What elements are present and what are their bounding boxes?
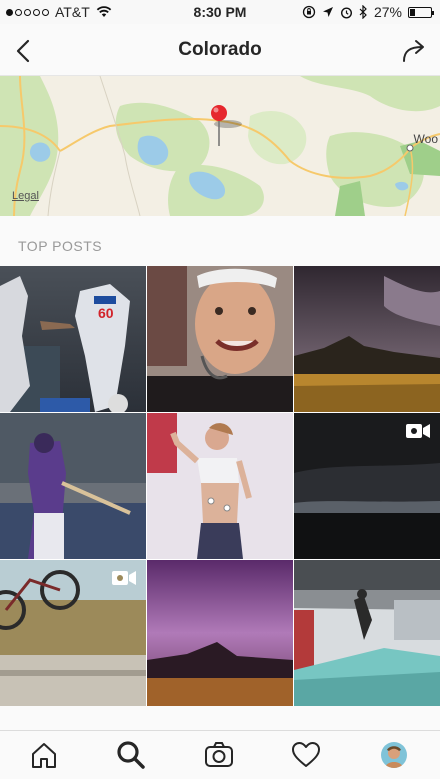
tab-home[interactable] xyxy=(28,739,60,771)
avatar xyxy=(381,742,407,768)
svg-text:60: 60 xyxy=(98,305,114,321)
battery-icon xyxy=(408,6,434,18)
post-image: 60 xyxy=(0,266,146,412)
post-tile[interactable] xyxy=(294,560,440,706)
post-tile[interactable] xyxy=(294,266,440,412)
post-tile[interactable] xyxy=(294,413,440,559)
post-tile[interactable] xyxy=(147,560,293,706)
heart-icon xyxy=(292,742,320,767)
map-graphic xyxy=(0,76,440,216)
alarm-icon xyxy=(340,6,352,19)
status-bar: AT&T 8:30 PM 27% xyxy=(0,0,440,24)
bluetooth-icon xyxy=(359,5,367,19)
video-camera-icon xyxy=(406,424,430,438)
battery-level xyxy=(410,8,415,16)
posts-grid: 60 xyxy=(0,266,440,706)
post-image xyxy=(294,560,440,706)
post-tile[interactable] xyxy=(0,413,146,559)
search-icon xyxy=(117,741,145,769)
share-button[interactable] xyxy=(400,36,430,66)
orientation-lock-icon xyxy=(302,5,316,19)
section-title: TOP POSTS xyxy=(18,238,103,254)
home-icon xyxy=(32,743,56,768)
tab-bar xyxy=(0,730,440,779)
video-camera-icon xyxy=(112,571,136,585)
map-city-label: Woo xyxy=(413,132,438,146)
post-tile[interactable] xyxy=(147,266,293,412)
navigation-bar: Colorado xyxy=(0,24,440,76)
post-tile[interactable] xyxy=(147,413,293,559)
post-tile[interactable]: 60 xyxy=(0,266,146,412)
post-image xyxy=(147,413,293,559)
location-map[interactable]: Legal Woo xyxy=(0,76,440,216)
tab-profile-avatar[interactable] xyxy=(381,742,407,768)
status-right: 27% xyxy=(302,4,434,20)
location-arrow-icon xyxy=(322,7,333,17)
battery-percent: 27% xyxy=(373,4,402,20)
tab-camera[interactable] xyxy=(203,739,235,771)
camera-icon xyxy=(205,742,233,767)
top-posts-header: TOP POSTS xyxy=(0,216,440,266)
tab-search[interactable] xyxy=(115,739,147,771)
post-image xyxy=(0,413,146,559)
map-legal-link[interactable]: Legal xyxy=(12,190,39,202)
share-arrow-icon xyxy=(403,40,424,62)
post-image xyxy=(147,560,293,706)
tab-activity[interactable] xyxy=(290,739,322,771)
post-image xyxy=(294,266,440,412)
post-tile[interactable] xyxy=(0,560,146,706)
page-title: Colorado xyxy=(178,39,262,60)
post-image xyxy=(147,266,293,412)
